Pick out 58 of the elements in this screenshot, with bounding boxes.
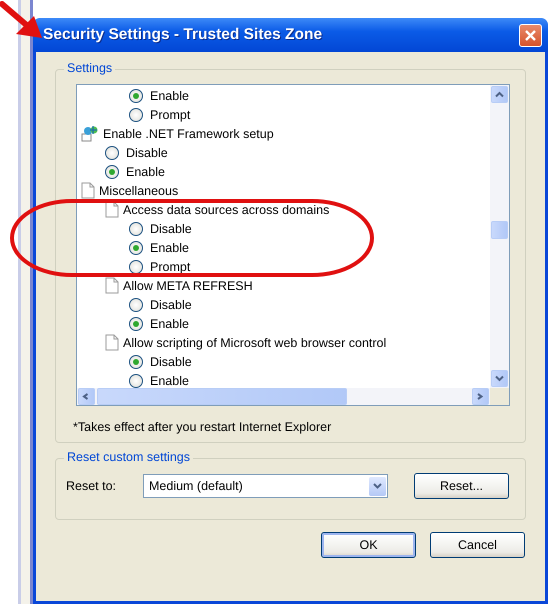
field-label: Reset to: — [66, 479, 118, 493]
scroll-up-button[interactable] — [491, 86, 508, 103]
window-title: Security Settings - Trusted Sites Zone — [43, 26, 324, 44]
chevron-icon — [82, 393, 91, 400]
chevron-icon — [476, 393, 485, 400]
document-icon — [105, 277, 119, 294]
setting-label: Miscellaneous — [99, 184, 178, 198]
radio-button[interactable] — [129, 354, 143, 368]
footnote: *Takes effect after you restart Internet Explorer — [73, 420, 332, 434]
group-label: Settings — [64, 61, 116, 75]
group-label: Reset custom settings — [64, 450, 193, 464]
option-label: Enable — [150, 240, 189, 254]
option-label: Enable — [150, 374, 189, 388]
option-label: Disable — [150, 222, 192, 236]
annotation-arrow — [0, 1, 42, 38]
radio-button[interactable] — [129, 316, 143, 330]
vertical-scrollbar[interactable] — [490, 85, 509, 388]
close-icon — [524, 28, 537, 42]
option-label: Prompt — [150, 260, 190, 274]
chevron-down-icon — [373, 483, 382, 489]
scroll-right-button[interactable] — [472, 388, 489, 405]
option-label: Enable — [150, 88, 189, 102]
document-icon — [81, 182, 95, 199]
setting-label: Enable .NET Framework setup — [103, 126, 274, 140]
setting-label: Access data sources across domains — [123, 202, 330, 216]
radio-button[interactable] — [129, 108, 143, 122]
scroll-down-button[interactable] — [491, 370, 508, 387]
scroll-left-button[interactable] — [78, 388, 95, 405]
option-label: Prompt — [150, 108, 190, 122]
ok-button[interactable]: OK — [321, 532, 416, 558]
setting-label: Allow scripting of Microsoft web browser control — [123, 336, 386, 350]
horizontal-scrollbar[interactable] — [77, 388, 490, 405]
scrollbar-corner — [490, 388, 509, 405]
scrollbar-thumb[interactable] — [491, 221, 508, 239]
reset-button[interactable]: Reset... — [414, 473, 509, 499]
document-icon — [105, 334, 119, 351]
chevron-icon — [495, 91, 504, 98]
setting-label: Allow META REFRESH — [123, 278, 253, 292]
option-label: Enable — [126, 164, 165, 178]
close-button[interactable] — [519, 24, 542, 46]
radio-button[interactable] — [129, 240, 143, 254]
network-icon — [81, 125, 99, 142]
document-icon — [105, 201, 119, 218]
dropdown-field[interactable]: Medium (default) — [143, 474, 388, 498]
cancel-button[interactable]: Cancel — [430, 532, 525, 558]
option-label: Disable — [126, 146, 168, 160]
chevron-icon — [495, 375, 504, 382]
scrollbar-thumb[interactable] — [97, 388, 347, 405]
option-label: Disable — [150, 298, 192, 312]
radio-button[interactable] — [129, 222, 143, 236]
radio-button[interactable] — [105, 164, 119, 178]
option-label: Disable — [150, 354, 192, 368]
radio-button[interactable] — [129, 260, 143, 274]
radio-button[interactable] — [129, 88, 143, 102]
radio-button[interactable] — [105, 146, 119, 160]
radio-button[interactable] — [129, 298, 143, 312]
radio-button[interactable] — [129, 374, 143, 388]
option-label: Enable — [150, 316, 189, 330]
